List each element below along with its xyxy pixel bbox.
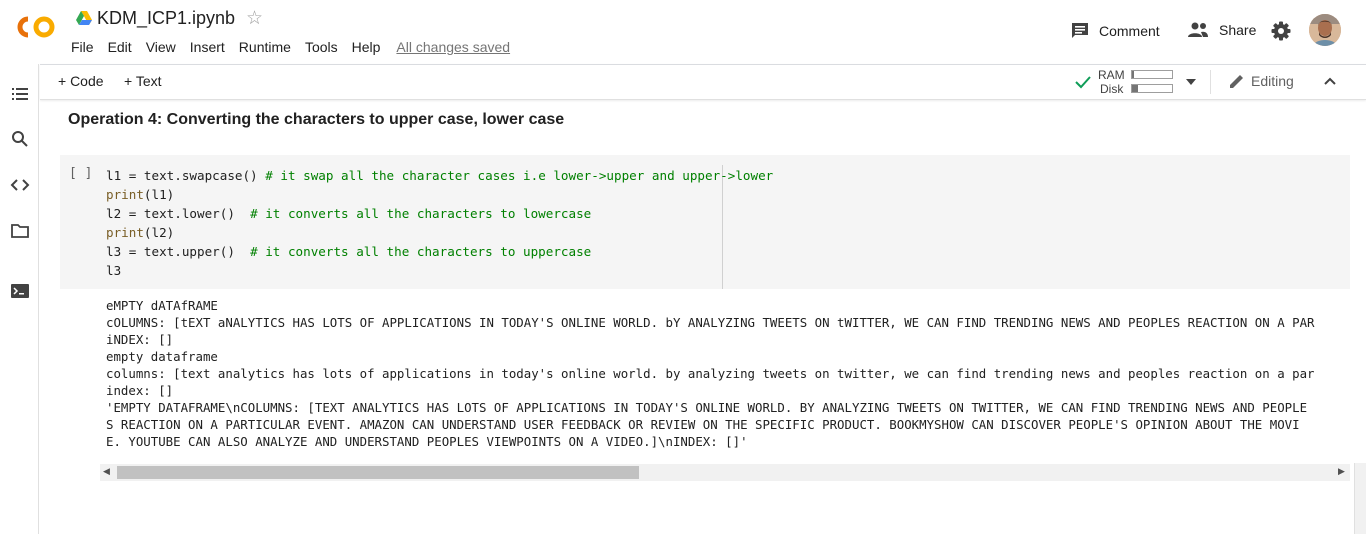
menu-bar: File Edit View Insert Runtime Tools Help… [71,39,510,55]
share-label: Share [1219,22,1257,38]
code-editor[interactable]: l1 = text.swapcase() # it swap all the c… [106,166,773,280]
share-button[interactable]: Share [1187,22,1256,38]
ram-bar [1131,70,1173,79]
editing-mode-button[interactable]: Editing [1229,73,1294,89]
output-line: iNDEX: [] [106,332,174,347]
code-line: l1 = text.swapcase() # it swap all the c… [106,168,774,183]
section-heading: Operation 4: Converting the characters t… [68,111,565,128]
ram-bar-fill [1132,71,1134,78]
left-rail [0,64,39,534]
code-line: l2 = text.lower() # it converts all the … [106,206,592,221]
run-cell-button[interactable]: [ ] [69,166,92,181]
scroll-right-arrow[interactable]: ▶ [1338,466,1345,477]
save-status[interactable]: All changes saved [396,39,510,55]
menu-insert[interactable]: Insert [190,39,225,55]
output-line: 'EMPTY DATAFRAME\nCOLUMNS: [TEXT ANALYTI… [106,400,1308,415]
drive-icon[interactable] [76,11,92,25]
output-line: columns: [text analytics has lots of app… [106,366,1315,381]
menu-file[interactable]: File [71,39,94,55]
toc-icon[interactable] [10,84,30,104]
comment-icon [1072,23,1088,38]
menu-runtime[interactable]: Runtime [239,39,291,55]
menu-edit[interactable]: Edit [108,39,132,55]
scroll-left-arrow[interactable]: ◀ [103,466,110,477]
ram-disk-indicator[interactable]: RAM Disk [1074,67,1204,97]
notebook-title[interactable]: KDM_ICP1.ipynb [97,8,235,29]
chevron-up-icon[interactable] [1323,71,1337,91]
terminal-icon[interactable] [10,281,30,301]
search-icon[interactable] [10,129,30,149]
colab-logo[interactable] [14,12,58,42]
cell-output: eMPTY dATAfRAME cOLUMNS: [tEXT aNALYTICS … [106,297,1350,457]
menu-help[interactable]: Help [352,39,381,55]
output-line: empty dataframe [106,349,218,364]
toolbar-divider [1210,70,1211,94]
check-icon [1075,76,1091,89]
share-icon [1188,22,1208,37]
star-icon[interactable]: ☆ [246,7,263,30]
pencil-icon [1230,75,1243,88]
menu-view[interactable]: View [146,39,176,55]
horizontal-scrollbar-thumb[interactable] [117,466,639,479]
ram-label: RAM [1098,68,1125,82]
code-line: l3 [106,263,122,278]
code-line: print(l2) [106,225,175,240]
code-line: print(l1) [106,187,175,202]
comment-button[interactable]: Comment [1071,22,1160,40]
chevron-down-icon[interactable] [1186,79,1196,85]
code-snippets-icon[interactable] [10,175,30,195]
disk-bar [1131,84,1173,93]
add-code-button[interactable]: + Code [58,73,104,89]
output-line: cOLUMNS: [tEXT aNALYTICS HAS LOTS OF APP… [106,315,1315,330]
menu-tools[interactable]: Tools [305,39,338,55]
disk-label: Disk [1100,82,1124,96]
disk-bar-fill [1132,85,1138,92]
add-text-button[interactable]: + Text [124,73,162,89]
output-line: index: [] [106,383,174,398]
output-line: S REACTION ON A PARTICULAR EVENT. AMAZON… [106,417,1300,432]
output-line: eMPTY dATAfRAME [106,298,218,313]
comment-label: Comment [1099,23,1160,39]
vertical-scrollbar[interactable] [1354,463,1366,534]
files-icon[interactable] [10,221,30,241]
gear-icon[interactable] [1271,21,1291,41]
avatar[interactable] [1309,14,1341,46]
code-line: l3 = text.upper() # it converts all the … [106,244,592,259]
output-line: E. YOUTUBE CAN ALSO ANALYZE AND UNDERSTA… [106,434,748,449]
editing-label: Editing [1251,73,1294,89]
